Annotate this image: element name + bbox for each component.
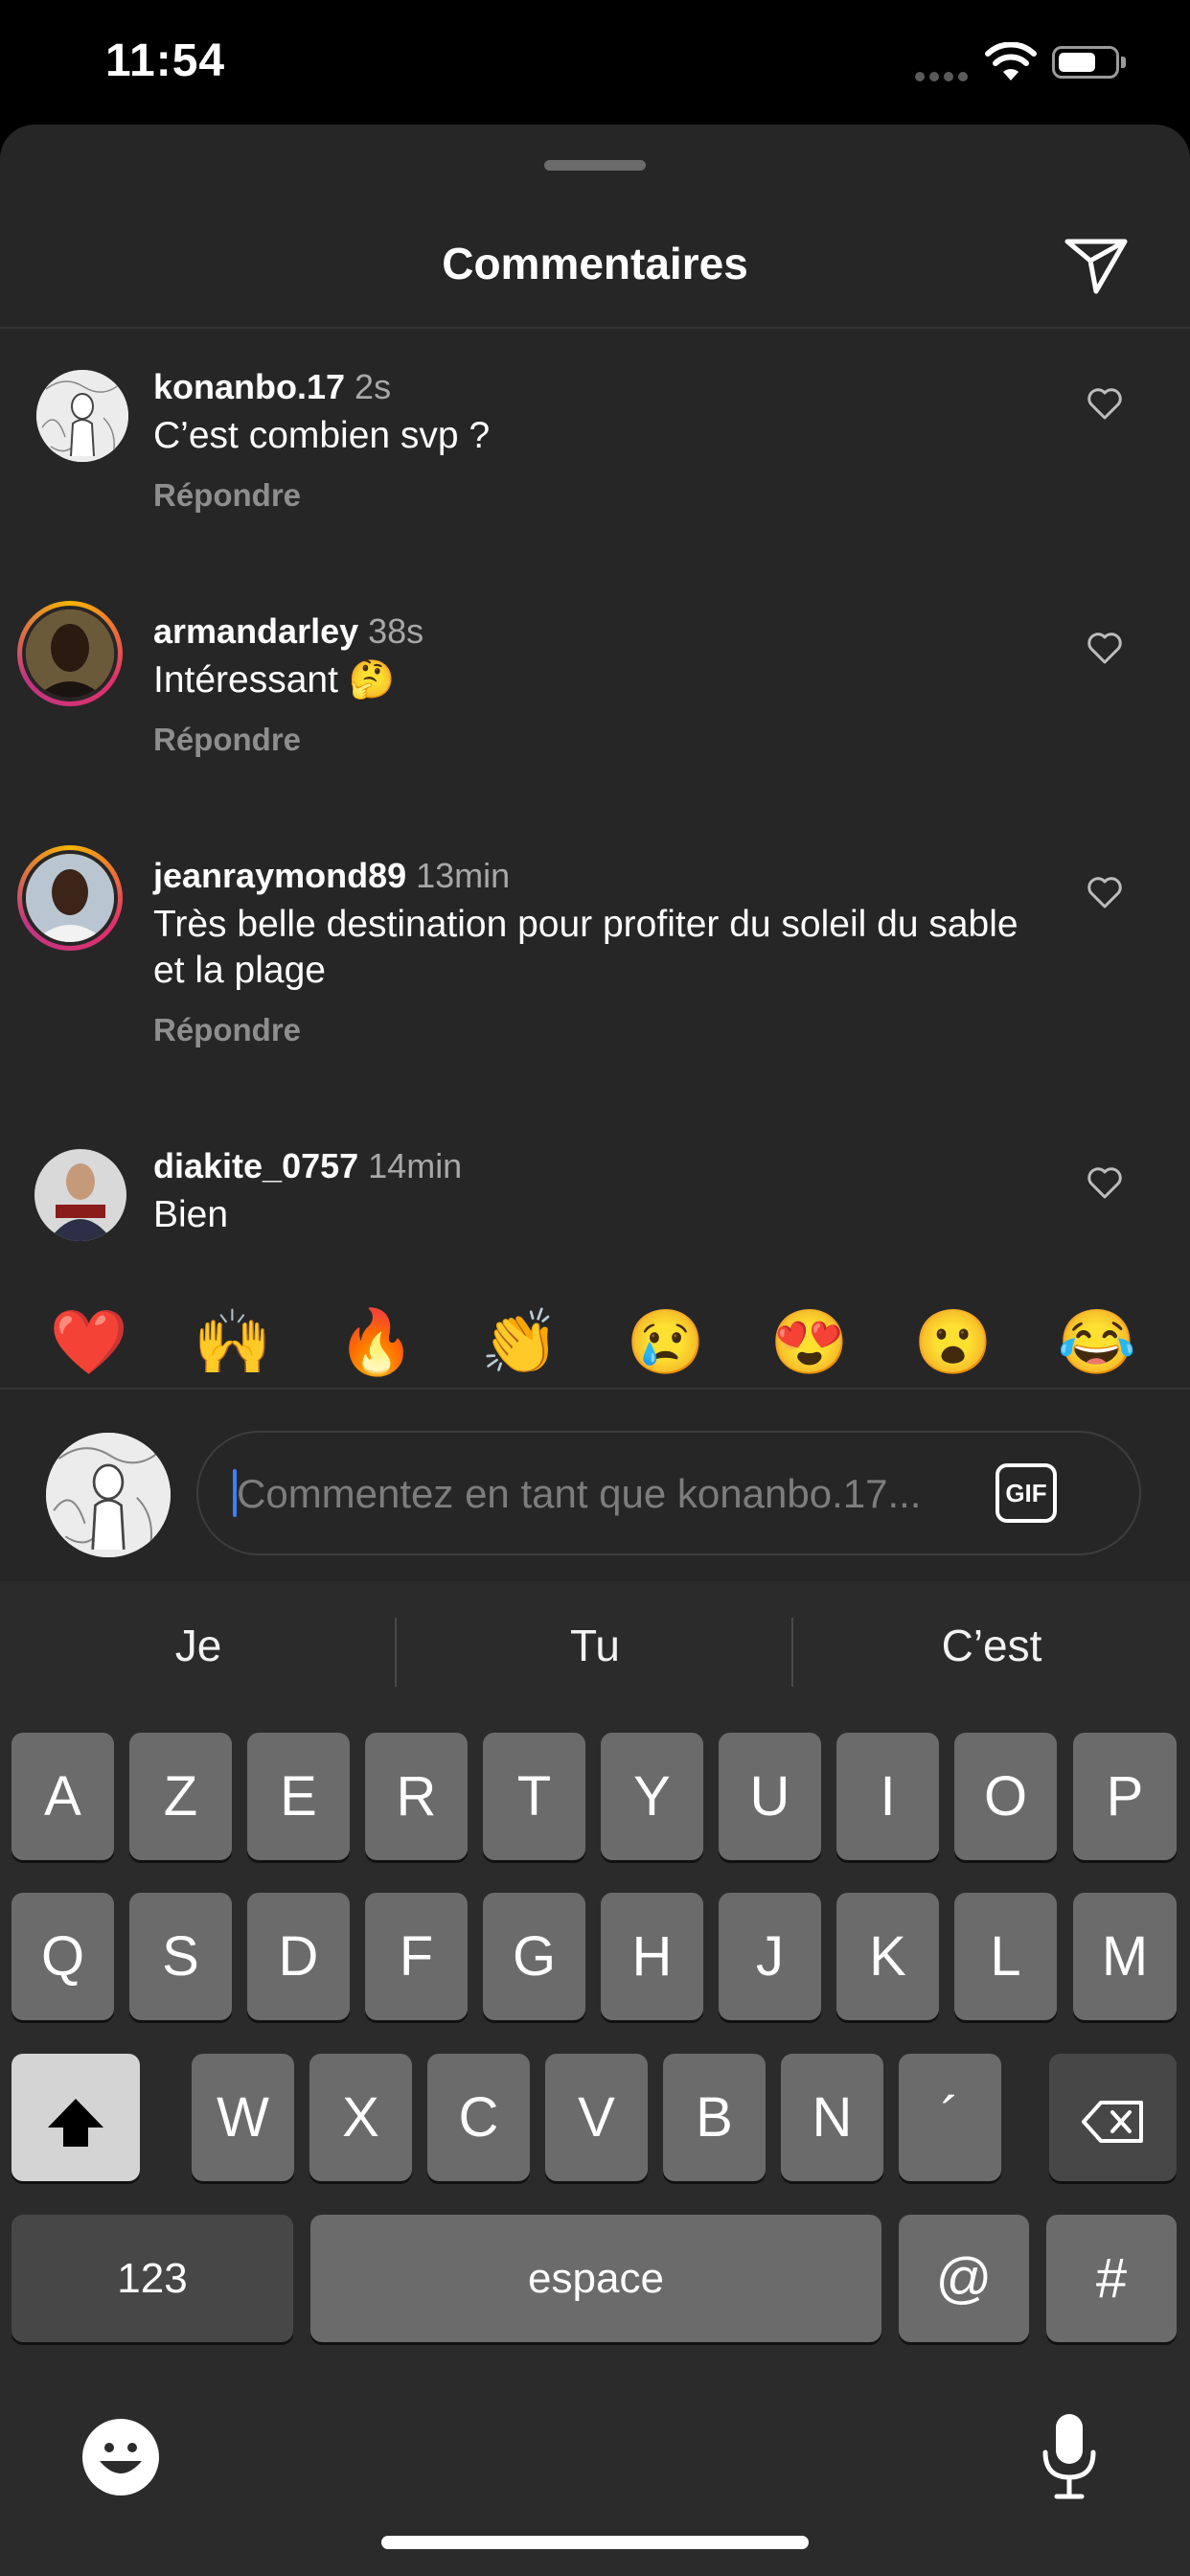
comment-username[interactable]: armandarley 38s: [153, 611, 423, 652]
key-g[interactable]: G: [483, 1893, 585, 2020]
comment-time: 38s: [368, 611, 424, 651]
comment-text: Intéressant 🤔: [153, 659, 396, 701]
microphone-icon[interactable]: [1038, 2410, 1101, 2502]
avatar[interactable]: [36, 370, 128, 462]
suggestion-2[interactable]: Tu: [403, 1620, 787, 1671]
emoji-heart-eyes[interactable]: 😍: [767, 1303, 853, 1380]
key-x[interactable]: X: [309, 2054, 412, 2181]
composer-avatar: [46, 1433, 171, 1557]
avatar-photo-icon: [26, 610, 114, 698]
shift-key[interactable]: [11, 2054, 140, 2181]
key-r[interactable]: R: [365, 1733, 468, 1860]
comment-username[interactable]: jeanraymond89 13min: [153, 856, 510, 896]
battery-cap: [1121, 57, 1126, 68]
space-key[interactable]: espace: [310, 2215, 881, 2342]
shift-arrow-icon: [48, 2098, 103, 2147]
page-title: Commentaires: [442, 239, 748, 288]
emoji-heart[interactable]: ❤️: [46, 1303, 132, 1380]
suggestion-3[interactable]: C’est: [800, 1620, 1183, 1671]
key-a[interactable]: A: [11, 1733, 114, 1860]
key-l[interactable]: L: [954, 1893, 1057, 2020]
comment-text: C’est combien svp ?: [153, 415, 491, 456]
key-n[interactable]: N: [781, 2054, 883, 2181]
key-c[interactable]: C: [427, 2054, 530, 2181]
comment-text: Bien: [153, 1194, 229, 1235]
status-time: 11:54: [105, 35, 226, 86]
backspace-icon: [1081, 2100, 1143, 2143]
comment-time: 14min: [368, 1146, 463, 1185]
key-s[interactable]: S: [129, 1893, 232, 2020]
avatar-photo-icon: [26, 854, 114, 942]
key-p[interactable]: P: [1073, 1733, 1177, 1860]
numbers-key[interactable]: 123: [11, 2215, 293, 2342]
avatar[interactable]: [17, 601, 123, 706]
avatar-sketch-icon: [46, 1433, 171, 1557]
at-key[interactable]: @: [899, 2215, 1029, 2342]
key-j[interactable]: J: [719, 1893, 821, 2020]
emoji-divider: [0, 1388, 1190, 1390]
comment-time: 13min: [416, 856, 511, 895]
comment-username[interactable]: diakite_0757 14min: [153, 1146, 462, 1186]
reply-button[interactable]: Répondre: [153, 722, 301, 758]
suggestion-1[interactable]: Je: [7, 1620, 390, 1671]
key-m[interactable]: M: [1073, 1893, 1177, 2020]
signal-icon: [915, 69, 973, 86]
emoji-surprised[interactable]: 😮: [910, 1303, 996, 1380]
key-e[interactable]: E: [247, 1733, 350, 1860]
comment-text: Très belle destination pour profiter du …: [153, 904, 1018, 991]
heart-icon[interactable]: [1086, 873, 1124, 911]
heart-icon[interactable]: [1086, 1163, 1124, 1202]
key-h[interactable]: H: [601, 1893, 703, 2020]
key-b[interactable]: B: [663, 2054, 766, 2181]
key-q[interactable]: Q: [11, 1893, 114, 2020]
key-w[interactable]: W: [192, 2054, 294, 2181]
battery-icon: [1052, 46, 1119, 79]
gif-button[interactable]: GIF: [995, 1463, 1057, 1523]
emoji-keyboard-icon[interactable]: [80, 2417, 161, 2497]
key-y[interactable]: Y: [601, 1733, 703, 1860]
emoji-quick-bar: ❤️ 🙌 🔥 👏 😢 😍 😮 😂: [0, 1303, 1190, 1380]
emoji-crying[interactable]: 😢: [623, 1303, 709, 1380]
avatar-sketch-icon: [36, 370, 128, 462]
share-icon[interactable]: [1062, 228, 1131, 297]
avatar[interactable]: [17, 845, 123, 951]
comment-username[interactable]: konanbo.17 2s: [153, 367, 391, 407]
home-indicator[interactable]: [381, 2536, 809, 2549]
reply-button[interactable]: Répondre: [153, 1012, 301, 1048]
key-k[interactable]: K: [836, 1893, 939, 2020]
sheet-grabber[interactable]: [544, 160, 646, 171]
emoji-raised-hands[interactable]: 🙌: [190, 1303, 276, 1380]
status-bar: 11:54: [0, 0, 1190, 125]
emoji-clap[interactable]: 👏: [477, 1303, 563, 1380]
heart-icon[interactable]: [1086, 384, 1124, 423]
emoji-laughing[interactable]: 😂: [1054, 1303, 1140, 1380]
comment-list[interactable]: konanbo.17 2s C’est combien svp ? Répondr…: [0, 329, 1190, 1388]
key-o[interactable]: O: [954, 1733, 1057, 1860]
comment-input[interactable]: Commentez en tant que konanbo.17... GIF: [196, 1431, 1141, 1555]
comment-input-placeholder: Commentez en tant que konanbo.17...: [237, 1471, 922, 1516]
key-d[interactable]: D: [247, 1893, 350, 2020]
key-t[interactable]: T: [483, 1733, 585, 1860]
key-z[interactable]: Z: [129, 1733, 232, 1860]
keyboard-suggestions: Je Tu C’est: [0, 1581, 1190, 1720]
key-f[interactable]: F: [365, 1893, 468, 2020]
key-u[interactable]: U: [719, 1733, 821, 1860]
emoji-fire[interactable]: 🔥: [333, 1303, 420, 1380]
heart-icon[interactable]: [1086, 629, 1124, 667]
hash-key[interactable]: #: [1046, 2215, 1177, 2342]
avatar-photo-icon: [34, 1149, 126, 1241]
delete-key[interactable]: [1049, 2054, 1177, 2181]
comment-time: 2s: [355, 367, 392, 406]
wifi-icon: [985, 42, 1037, 80]
suggestion-separator: [791, 1618, 793, 1687]
avatar[interactable]: [34, 1149, 126, 1241]
key-acute-accent[interactable]: ´: [899, 2054, 1001, 2181]
key-v[interactable]: V: [545, 2054, 648, 2181]
suggestion-separator: [395, 1618, 397, 1687]
key-i[interactable]: I: [836, 1733, 939, 1860]
reply-button[interactable]: Répondre: [153, 477, 301, 514]
